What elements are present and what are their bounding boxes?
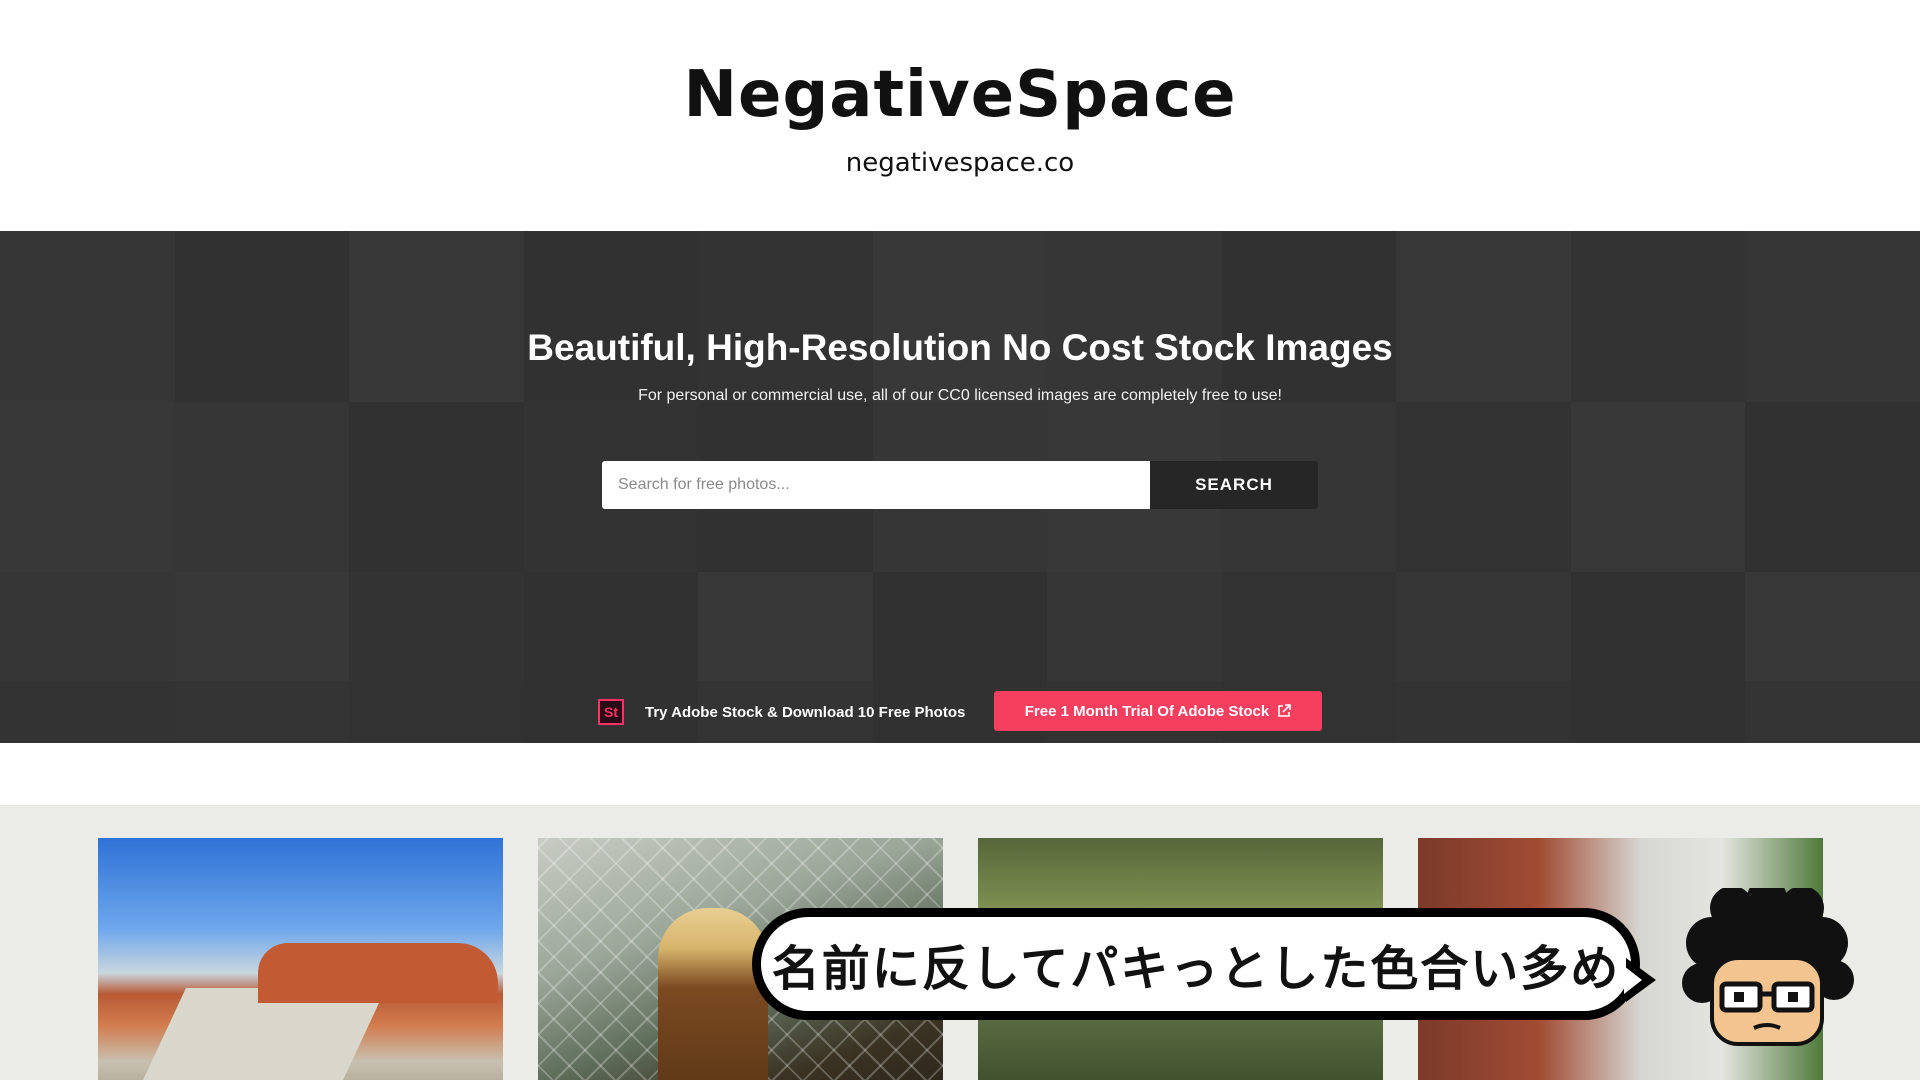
promo-bar: St Try Adobe Stock & Download 10 Free Ph… (0, 681, 1920, 743)
cartoon-avatar (1682, 888, 1854, 1046)
adobe-stock-icon: St (598, 699, 624, 725)
adobe-trial-button[interactable]: Free 1 Month Trial Of Adobe Stock (994, 691, 1322, 731)
gallery-photo-desert[interactable] (98, 838, 503, 1080)
photo-person-shape (658, 908, 768, 1080)
promo-text: Try Adobe Stock & Download 10 Free Photo… (645, 704, 966, 721)
hero-heading: Beautiful, High-Resolution No Cost Stock… (527, 327, 1393, 368)
hero-section: Beautiful, High-Resolution No Cost Stock… (0, 231, 1920, 743)
site-url: negativespace.co (845, 148, 1075, 178)
trial-button-label: Free 1 Month Trial Of Adobe Stock (1024, 702, 1270, 720)
title-card: NegativeSpace negativespace.co (0, 0, 1920, 231)
caption-text: 名前に反してパキっとした色合い多め (771, 941, 1621, 997)
caption-speech-bubble: 名前に反してパキっとした色合い多め (752, 908, 1640, 1020)
search-input[interactable] (602, 461, 1150, 509)
external-link-icon (1278, 704, 1292, 717)
search-button[interactable]: SEARCH (1150, 461, 1318, 509)
photo-rocks-shape (258, 943, 498, 1003)
site-title: NegativeSpace (683, 58, 1237, 132)
hero-subheading: For personal or commercial use, all of o… (638, 387, 1282, 404)
speech-bubble-tail-inner (1624, 966, 1642, 994)
